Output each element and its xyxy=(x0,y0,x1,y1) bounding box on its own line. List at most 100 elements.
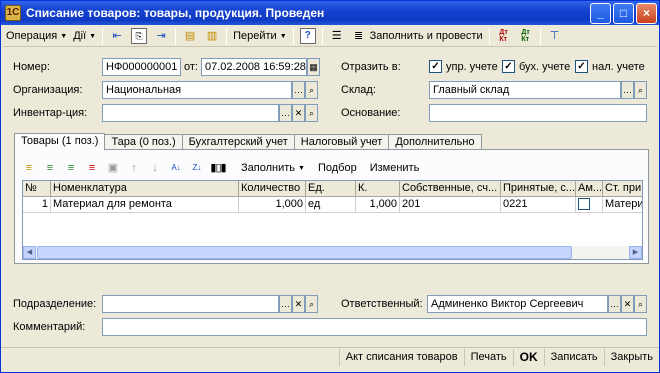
comment-field[interactable] xyxy=(102,318,647,336)
organization-select-button[interactable]: … xyxy=(292,81,305,99)
post-button[interactable]: ▤ xyxy=(179,27,201,46)
toolbar-separator xyxy=(102,27,104,45)
fill-table-menu[interactable]: Заполнить ▼ xyxy=(238,159,308,178)
edit-row-icon[interactable]: ≡ xyxy=(63,160,79,176)
cell-unit[interactable]: ед xyxy=(306,197,356,213)
actions-menu[interactable]: Дії ▼ xyxy=(70,27,99,46)
minimize-button[interactable]: _ xyxy=(590,2,611,24)
responsible-select-button[interactable]: … xyxy=(608,295,621,313)
arrow-left-bar-icon: ⇤ xyxy=(112,29,122,42)
pin-button[interactable]: ⊤ xyxy=(544,27,566,46)
dt-kt-button[interactable]: Дт Кт xyxy=(493,27,515,46)
toolbar-separator xyxy=(362,159,364,177)
reflect-mgmt-checkbox[interactable]: ✓ xyxy=(429,60,442,73)
delete-row-icon[interactable]: ≡ xyxy=(84,160,100,176)
tab-tax[interactable]: Налоговый учет xyxy=(293,134,390,150)
number-field[interactable]: НФ000000001 xyxy=(102,58,181,76)
caret-down-icon: ▼ xyxy=(60,32,68,40)
inventory-select-button[interactable]: … xyxy=(279,104,292,122)
reflect-tax-checkbox[interactable]: ✓ xyxy=(575,60,588,73)
maximize-button[interactable]: □ xyxy=(613,2,634,24)
tab-accounting[interactable]: Бухгалтерский учет xyxy=(181,134,295,150)
goods-table[interactable]: № Номенклатура Количество Ед. К. Собстве… xyxy=(22,180,643,260)
post-row-icon[interactable]: ▣ xyxy=(105,160,121,176)
responsible-clear-button[interactable]: ✕ xyxy=(621,295,634,313)
unpost-button[interactable]: ▥ xyxy=(201,27,223,46)
help-button[interactable]: ? xyxy=(297,27,319,46)
col-header-own-account[interactable]: Собственные, сч... xyxy=(400,181,501,197)
move-up-icon[interactable]: ↑ xyxy=(126,160,142,176)
select-button[interactable]: Подбор xyxy=(315,159,360,178)
responsible-field[interactable]: Админенко Виктор Сергеевич xyxy=(427,295,608,313)
save-button[interactable]: Записать xyxy=(543,348,604,366)
calendar-button[interactable]: ▦ xyxy=(307,58,320,76)
barcode-icon[interactable]: ▮▯▮ xyxy=(210,160,226,176)
tab-goods[interactable]: Товары (1 поз.) xyxy=(14,133,106,150)
col-header-amortization[interactable]: Ам... xyxy=(576,181,603,197)
add-row-icon[interactable]: ≡ xyxy=(21,160,37,176)
warehouse-open-button[interactable]: ⌕ xyxy=(634,81,647,99)
toolbar-separator xyxy=(226,27,228,45)
cell-nomenclature[interactable]: Материал для ремонта xyxy=(51,197,239,213)
department-field[interactable] xyxy=(102,295,279,313)
print-button[interactable]: Печать xyxy=(463,348,513,366)
operation-menu[interactable]: Операция ▼ xyxy=(3,27,70,46)
cell-received-account[interactable]: 0221 xyxy=(501,197,576,213)
clear-x-icon: ✕ xyxy=(294,299,303,309)
amortization-checkbox[interactable] xyxy=(578,198,590,210)
organization-open-button[interactable]: ⌕ xyxy=(305,81,318,99)
scroll-left-icon[interactable]: ◀ xyxy=(23,246,36,259)
scroll-thumb[interactable] xyxy=(37,246,572,259)
copy-button[interactable]: ⎘ xyxy=(128,27,150,46)
move-down-icon[interactable]: ↓ xyxy=(147,160,163,176)
col-header-received-account[interactable]: Принятые, с... xyxy=(501,181,576,197)
warehouse-field[interactable]: Главный склад xyxy=(429,81,621,99)
cell-cost[interactable]: Матери xyxy=(603,197,642,213)
title-bar[interactable]: 1С Списание товаров: товары, продукция. … xyxy=(1,1,659,25)
horizontal-scrollbar[interactable]: ◀ ▶ xyxy=(23,246,642,259)
go-to-start-button[interactable]: ⇤ xyxy=(106,27,128,46)
dt-kt-alt-button[interactable]: Дт Кт xyxy=(515,27,537,46)
col-header-quantity[interactable]: Количество xyxy=(239,181,306,197)
cell-amortization[interactable] xyxy=(576,197,603,213)
close-button[interactable]: Закрыть xyxy=(603,348,659,366)
warehouse-select-button[interactable]: … xyxy=(621,81,634,99)
department-clear-button[interactable]: ✕ xyxy=(292,295,305,313)
close-window-button[interactable]: × xyxy=(636,2,657,24)
write-off-act-button[interactable]: Акт списания товаров xyxy=(338,348,464,366)
go-to-button[interactable]: ⇥ xyxy=(150,27,172,46)
cell-own-account[interactable]: 201 xyxy=(400,197,501,213)
department-select-button[interactable]: … xyxy=(279,295,292,313)
inventory-field[interactable] xyxy=(102,104,279,122)
date-field[interactable]: 07.02.2008 16:59:28 xyxy=(201,58,307,76)
tab-additional[interactable]: Дополнительно xyxy=(388,134,482,150)
inventory-clear-button[interactable]: ✕ xyxy=(292,104,305,122)
basis-field[interactable] xyxy=(429,104,647,122)
sort-ascending-icon[interactable]: A↓ xyxy=(168,160,184,176)
ok-button[interactable]: OK xyxy=(512,348,544,366)
scroll-right-icon[interactable]: ▶ xyxy=(629,246,642,259)
cell-coefficient[interactable]: 1,000 xyxy=(356,197,400,213)
reflect-accounting-checkbox[interactable]: ✓ xyxy=(502,60,515,73)
cell-quantity[interactable]: 1,000 xyxy=(239,197,306,213)
col-header-nomenclature[interactable]: Номенклатура xyxy=(51,181,239,197)
col-header-coefficient[interactable]: К. xyxy=(356,181,400,197)
structure-button[interactable]: ☰ xyxy=(326,27,348,46)
magnifier-icon: ⌕ xyxy=(308,108,315,118)
inventory-open-button[interactable]: ⌕ xyxy=(305,104,318,122)
change-button[interactable]: Изменить xyxy=(367,159,423,178)
col-header-unit[interactable]: Ед. xyxy=(306,181,356,197)
responsible-open-button[interactable]: ⌕ xyxy=(634,295,647,313)
fill-and-post-button[interactable]: ≣ Заполнить и провести xyxy=(348,27,486,46)
sort-descending-icon[interactable]: Z↓ xyxy=(189,160,205,176)
tab-containers[interactable]: Тара (0 поз.) xyxy=(104,134,183,150)
col-header-number[interactable]: № xyxy=(23,181,51,197)
reflect-accounting-label: бух. учете xyxy=(519,61,571,73)
table-row[interactable]: 1 Материал для ремонта 1,000 ед 1,000 20… xyxy=(23,197,642,213)
cell-number: 1 xyxy=(23,197,51,213)
department-open-button[interactable]: ⌕ xyxy=(305,295,318,313)
organization-field[interactable]: Национальная xyxy=(102,81,292,99)
col-header-cost[interactable]: Ст. при xyxy=(603,181,642,197)
goto-menu[interactable]: Перейти ▼ xyxy=(230,27,290,46)
copy-row-icon[interactable]: ≡ xyxy=(42,160,58,176)
